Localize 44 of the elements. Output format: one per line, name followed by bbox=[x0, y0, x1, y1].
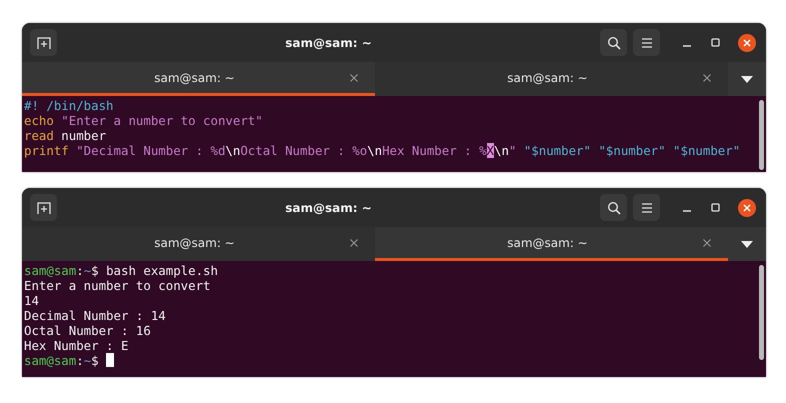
tab[interactable]: sam@sam: ~ bbox=[22, 227, 375, 261]
close-icon bbox=[743, 204, 751, 212]
terminal-line: Enter a number to convert bbox=[24, 278, 212, 293]
minimize-icon bbox=[683, 45, 691, 47]
terminal-line: read number bbox=[24, 128, 108, 143]
new-tab-button[interactable] bbox=[30, 194, 57, 221]
window-title: sam@sam: ~ bbox=[284, 200, 373, 214]
new-tab-icon bbox=[36, 200, 50, 214]
search-icon bbox=[606, 200, 620, 214]
terminal-line: printf "Decimal Number : %d\nOctal Number : %o\nHex Number : %X\n" "$number" "$number" "$number" bbox=[24, 143, 742, 158]
text-cursor bbox=[106, 353, 114, 367]
maximize-icon bbox=[710, 38, 720, 47]
maximize-icon bbox=[710, 203, 720, 212]
terminal-line: sam@sam:~$ bbox=[24, 353, 756, 368]
close-button[interactable] bbox=[738, 198, 756, 216]
terminal-line: Octal Number : 16 bbox=[24, 323, 152, 338]
scrollbar-thumb[interactable] bbox=[758, 265, 764, 360]
terminal-line: #! /bin/bash bbox=[24, 98, 115, 113]
terminal-line: sam@sam:~$ bash example.sh bbox=[24, 263, 219, 278]
close-icon bbox=[350, 74, 358, 82]
terminal-line: Decimal Number : 14 bbox=[24, 308, 167, 323]
tab[interactable]: sam@sam: ~ bbox=[375, 62, 728, 96]
search-button[interactable] bbox=[600, 194, 627, 221]
menu-icon bbox=[640, 202, 652, 212]
terminal-line: 14 bbox=[24, 293, 40, 308]
menu-button[interactable] bbox=[633, 194, 660, 221]
close-icon bbox=[743, 38, 751, 46]
close-icon bbox=[703, 238, 711, 246]
search-button[interactable] bbox=[600, 29, 627, 56]
new-tab-icon bbox=[36, 36, 50, 50]
new-tab-button[interactable] bbox=[30, 29, 57, 56]
terminal-line: Hex Number : E bbox=[24, 338, 130, 353]
terminal-line: echo "Enter a number to convert" bbox=[24, 113, 264, 128]
caret-icon bbox=[741, 76, 753, 82]
close-button[interactable] bbox=[738, 34, 756, 52]
caret-icon bbox=[741, 240, 753, 248]
close-icon bbox=[703, 74, 711, 82]
close-icon bbox=[350, 238, 358, 246]
window-title: sam@sam: ~ bbox=[284, 36, 373, 50]
scrollbar-thumb[interactable] bbox=[758, 100, 764, 170]
menu-button[interactable] bbox=[633, 29, 660, 56]
menu-icon bbox=[640, 38, 652, 48]
minimize-icon bbox=[683, 210, 691, 212]
search-icon bbox=[606, 36, 620, 50]
